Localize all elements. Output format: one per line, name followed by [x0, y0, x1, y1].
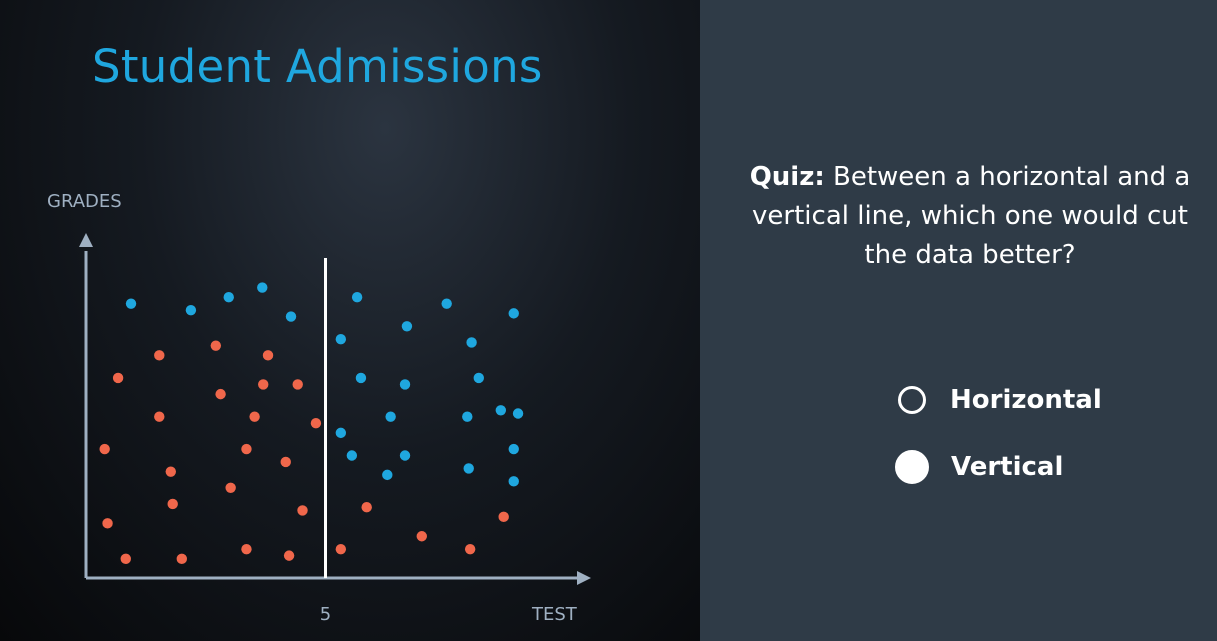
option-horizontal[interactable]: Horizontal	[898, 385, 1102, 415]
red-point	[241, 543, 252, 555]
blue-point	[466, 337, 477, 348]
chart-axes: 5	[79, 233, 591, 625]
quiz-lead: Quiz:	[749, 162, 825, 192]
blue-point	[285, 311, 297, 322]
red-point	[464, 543, 476, 555]
red-point	[310, 417, 322, 429]
red-point	[215, 388, 226, 400]
x-axis-label: TEST	[531, 604, 578, 625]
blue-point	[508, 476, 519, 487]
blue-point	[399, 379, 411, 390]
blue-point	[399, 450, 411, 461]
blue-point	[508, 443, 519, 455]
blue-point	[335, 427, 347, 439]
red-point	[416, 531, 427, 542]
blue-point	[385, 411, 396, 422]
red-point	[154, 350, 165, 361]
blue-point	[463, 463, 474, 474]
lesson-slide: Student Admissions 5 GRADES TEST	[0, 0, 700, 641]
red-point	[112, 372, 124, 384]
blue-point	[473, 372, 484, 384]
red-point	[165, 466, 176, 477]
quiz-panel: Quiz: Between a horizontal and a vertica…	[700, 0, 1217, 641]
scatter-chart: 5 GRADES TEST	[47, 191, 591, 625]
y-axis-arrow-icon	[79, 233, 93, 247]
red-point	[297, 505, 308, 516]
blue-point	[257, 282, 268, 293]
x-tick-label: 5	[320, 604, 331, 625]
blue-point	[351, 292, 363, 303]
blue-point	[125, 298, 137, 309]
x-axis-arrow-icon	[577, 571, 591, 585]
red-point	[241, 443, 252, 455]
red-point	[120, 553, 131, 565]
red-point	[176, 553, 187, 565]
blue-point	[382, 469, 393, 481]
option-vertical[interactable]: Vertical	[895, 450, 1063, 484]
red-point	[292, 379, 303, 390]
red-point	[210, 340, 222, 351]
red-point	[335, 543, 347, 555]
option-label: Vertical	[951, 452, 1064, 482]
blue-point	[185, 304, 197, 316]
blue-point	[462, 411, 473, 422]
red-point	[258, 379, 269, 390]
blue-point	[401, 321, 413, 332]
red-point	[249, 411, 260, 422]
quiz-question: Quiz: Between a horizontal and a vertica…	[740, 158, 1200, 275]
red-point	[262, 350, 274, 361]
blue-point	[346, 450, 358, 461]
red-point	[280, 456, 291, 468]
y-axis-label: GRADES	[47, 191, 122, 212]
red-point	[167, 498, 178, 510]
blue-point	[223, 292, 234, 303]
red-point	[99, 443, 110, 455]
red-point	[102, 518, 113, 529]
data-points	[99, 282, 524, 565]
red-point	[225, 482, 236, 493]
blue-point	[495, 405, 507, 416]
radio-unchecked-icon[interactable]	[898, 386, 926, 414]
radio-checked-icon[interactable]	[895, 450, 929, 484]
blue-point	[335, 334, 347, 345]
option-label: Horizontal	[950, 385, 1102, 415]
blue-point	[512, 408, 524, 419]
red-point	[283, 550, 295, 561]
blue-point	[441, 298, 452, 309]
red-point	[498, 511, 509, 523]
red-point	[361, 501, 372, 513]
blue-point	[508, 308, 519, 319]
blue-point	[355, 372, 367, 384]
red-point	[154, 411, 165, 422]
